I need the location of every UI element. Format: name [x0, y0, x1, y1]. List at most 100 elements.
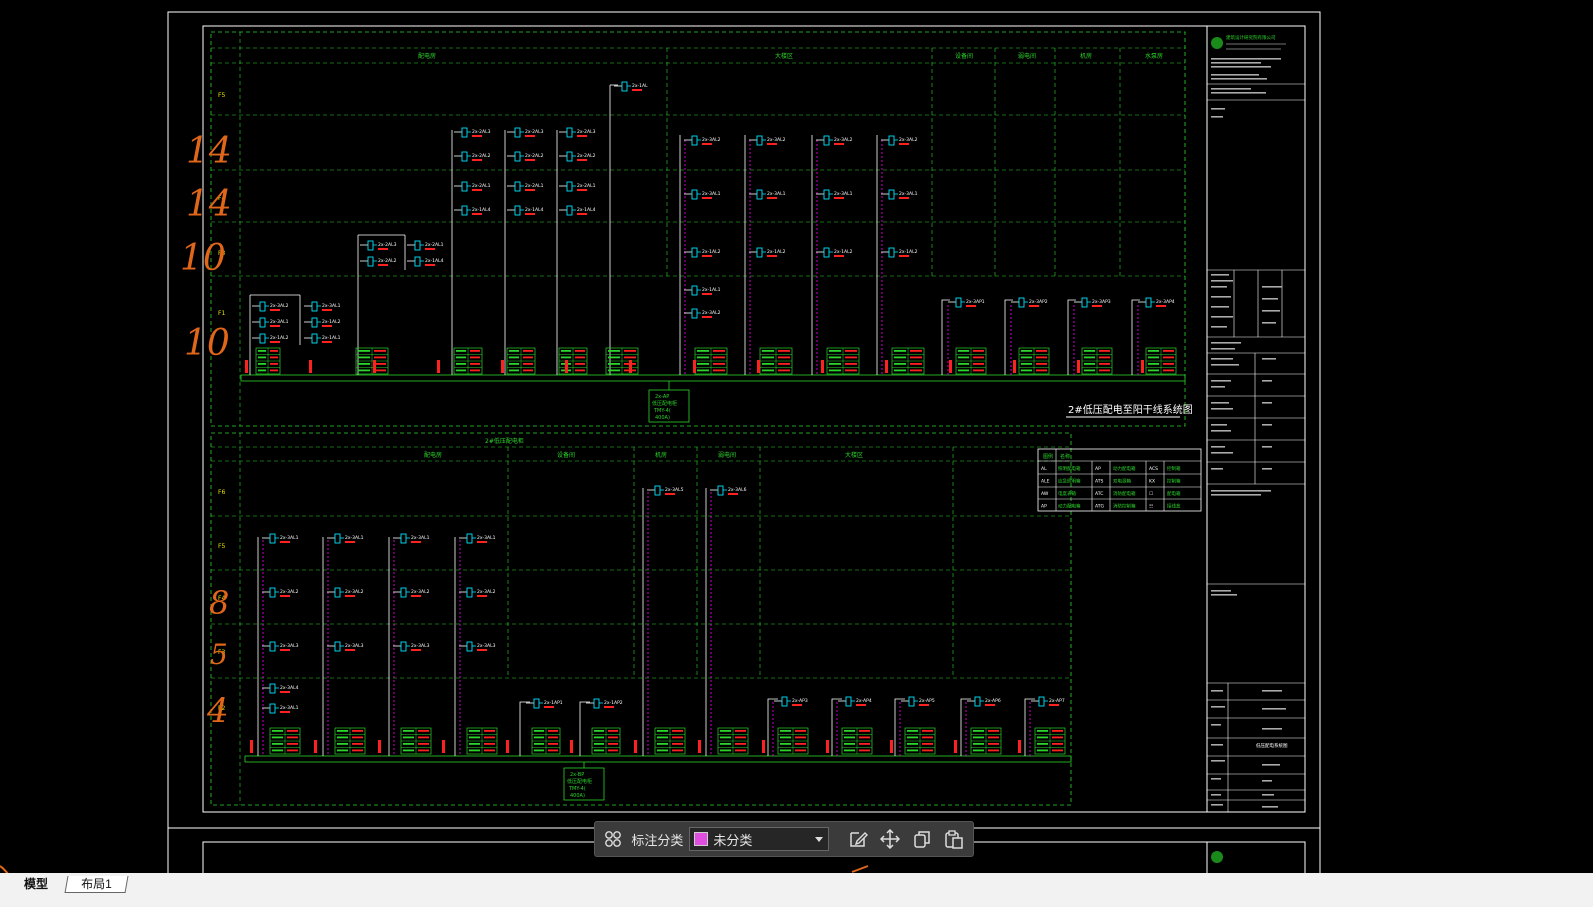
breaker-symbol[interactable]: 2x-2AL2 — [507, 151, 544, 162]
feeder-box[interactable] — [1018, 347, 1050, 375]
breaker-symbol[interactable]: 2x-3AL3 — [262, 641, 299, 652]
breaker-symbol[interactable]: 2x-3AL2 — [816, 135, 853, 146]
breaker-symbol[interactable]: 2x-1AL1 — [684, 285, 721, 296]
annotation-mark[interactable]: 5 — [210, 638, 228, 671]
feeder-box[interactable] — [1034, 727, 1066, 755]
feeder-box[interactable] — [759, 347, 793, 375]
breaker-symbol[interactable]: 2x-1AL1 — [304, 333, 341, 344]
breaker-symbol[interactable]: 2x-1AL2 — [304, 317, 341, 328]
breaker-symbol[interactable]: 2x-1AL4 — [407, 256, 444, 267]
breaker-symbol[interactable]: 2x-3AL5 — [647, 485, 684, 496]
annotation-mark[interactable]: 10 — [184, 323, 230, 364]
breaker-symbol[interactable]: 2x-3AL1 — [459, 533, 496, 544]
breaker-symbol[interactable]: 2x-3AL1 — [262, 533, 299, 544]
annotation-mark[interactable]: 8 — [209, 584, 229, 622]
breaker-symbol[interactable]: 2x-1AL2 — [252, 333, 289, 344]
breaker-symbol[interactable]: 2x-3AL2 — [262, 587, 299, 598]
feeder-box[interactable] — [466, 727, 498, 755]
feeder-box[interactable] — [269, 727, 301, 755]
breaker-symbol[interactable]: 2x-3AL3 — [393, 641, 430, 652]
breaker-symbol[interactable]: 2x-2AL1 — [559, 181, 596, 192]
feeder-box[interactable] — [904, 727, 936, 755]
feeder-box[interactable] — [777, 727, 809, 755]
breaker-symbol[interactable]: 2x-1AL2 — [749, 247, 786, 258]
grid-icon[interactable] — [601, 826, 625, 852]
breaker-symbol[interactable]: 2x-1AL4 — [507, 205, 544, 216]
breaker-symbol[interactable]: 2x-3AP4 — [1138, 297, 1175, 308]
edit-icon[interactable] — [845, 826, 871, 852]
tab-layout1[interactable]: 布局1 — [64, 876, 129, 893]
breaker-symbol[interactable]: 2x-1AL4 — [559, 205, 596, 216]
breaker-symbol[interactable]: 2x-3AL3 — [327, 641, 364, 652]
feeder-box[interactable] — [826, 347, 860, 375]
breaker-symbol[interactable]: 2x-2AL3 — [559, 127, 596, 138]
breaker-symbol[interactable]: 2x-3AL6 — [710, 485, 747, 496]
breaker-symbol[interactable]: 2x-3AL1 — [393, 533, 430, 544]
breaker-symbol[interactable]: 2x-3AL2 — [393, 587, 430, 598]
breaker-symbol[interactable]: 2x-AP4 — [838, 696, 872, 707]
breaker-symbol[interactable]: 2x-AP5 — [901, 696, 935, 707]
breaker-symbol[interactable]: 2x-3AL1 — [252, 317, 289, 328]
breaker-symbol[interactable]: 2x-3AL2 — [881, 135, 918, 146]
breaker-symbol[interactable]: 2x-3AP2 — [1011, 297, 1048, 308]
breaker-symbol[interactable]: 2x-3AP1 — [948, 297, 985, 308]
annotation-mark[interactable]: 14 — [186, 131, 232, 172]
breaker-symbol[interactable]: 2x-1AL4 — [454, 205, 491, 216]
breaker-symbol[interactable]: 2x-3AL1 — [262, 703, 299, 714]
feeder-box[interactable] — [506, 347, 536, 375]
breaker-symbol[interactable]: 2x-2AL1 — [454, 181, 491, 192]
breaker-symbol[interactable]: 2x-3AL2 — [252, 301, 289, 312]
breaker-symbol[interactable]: 2x-2AL2 — [360, 256, 397, 267]
feeder-box[interactable] — [591, 727, 621, 755]
paste-icon[interactable] — [941, 826, 967, 852]
breaker-symbol[interactable]: 2x-3AL1 — [749, 189, 786, 200]
breaker-symbol[interactable]: 2x-3AL1 — [327, 533, 364, 544]
breaker-symbol[interactable]: 2x-3AL4 — [262, 683, 299, 694]
breaker-symbol[interactable]: 2x-3AL1 — [304, 301, 341, 312]
breaker-symbol[interactable]: 2x-1AP1 — [526, 698, 563, 709]
copy-icon[interactable] — [909, 826, 935, 852]
feeder-box[interactable] — [694, 347, 728, 375]
breaker-symbol[interactable]: 2x-2AL3 — [507, 127, 544, 138]
breaker-symbol[interactable]: 2x-1AL — [614, 81, 648, 92]
breaker-symbol[interactable]: 2x-1AL2 — [816, 247, 853, 258]
breaker-symbol[interactable]: 2x-2AL1 — [507, 181, 544, 192]
feeder-box[interactable] — [531, 727, 561, 755]
breaker-symbol[interactable]: 2x-3AL1 — [881, 189, 918, 200]
breaker-symbol[interactable]: 2x-2AL2 — [559, 151, 596, 162]
tab-model[interactable]: 模型 — [10, 876, 62, 892]
feeder-box[interactable] — [334, 727, 366, 755]
feeder-box[interactable] — [605, 347, 639, 375]
move-icon[interactable] — [877, 826, 903, 852]
feeder-box[interactable] — [453, 347, 483, 375]
breaker-symbol[interactable]: 2x-AP6 — [967, 696, 1001, 707]
feeder-box[interactable] — [970, 727, 1002, 755]
breaker-symbol[interactable]: 2x-2AL3 — [454, 127, 491, 138]
breaker-symbol[interactable]: 2x-1AL2 — [684, 247, 721, 258]
feeder-box[interactable] — [1081, 347, 1113, 375]
feeder-box[interactable] — [355, 347, 389, 375]
annotation-mark[interactable]: 10 — [180, 238, 226, 279]
feeder-box[interactable] — [255, 347, 281, 375]
feeder-box[interactable] — [400, 727, 432, 755]
breaker-symbol[interactable]: 2x-2AL2 — [454, 151, 491, 162]
breaker-symbol[interactable]: 2x-3AP3 — [1074, 297, 1111, 308]
breaker-symbol[interactable]: 2x-1AL2 — [881, 247, 918, 258]
feeder-box[interactable] — [891, 347, 925, 375]
category-select[interactable]: 未分类 — [689, 827, 829, 851]
breaker-symbol[interactable]: 2x-3AL1 — [684, 189, 721, 200]
breaker-symbol[interactable]: 2x-3AL2 — [459, 587, 496, 598]
breaker-symbol[interactable]: 2x-3AL2 — [327, 587, 364, 598]
breaker-symbol[interactable]: 2x-3AL3 — [459, 641, 496, 652]
breaker-symbol[interactable]: 2x-3AL2 — [684, 135, 721, 146]
annotation-mark[interactable]: 4 — [206, 691, 229, 731]
cad-drawing-canvas[interactable]: 配电房 大楼区 设备间 弱电间 机房 水泵房 F5 F4 F3 F1 2x-AP… — [0, 0, 1593, 890]
breaker-symbol[interactable]: 2x-2AL1 — [407, 240, 444, 251]
feeder-box[interactable] — [841, 727, 873, 755]
annotation-mark[interactable]: 14 — [186, 184, 232, 225]
breaker-symbol[interactable]: 2x-3AL1 — [816, 189, 853, 200]
breaker-symbol[interactable]: 2x-2AL3 — [360, 240, 397, 251]
breaker-symbol[interactable]: 2x-3AL2 — [749, 135, 786, 146]
feeder-box[interactable] — [1145, 347, 1177, 375]
feeder-box[interactable] — [558, 347, 588, 375]
